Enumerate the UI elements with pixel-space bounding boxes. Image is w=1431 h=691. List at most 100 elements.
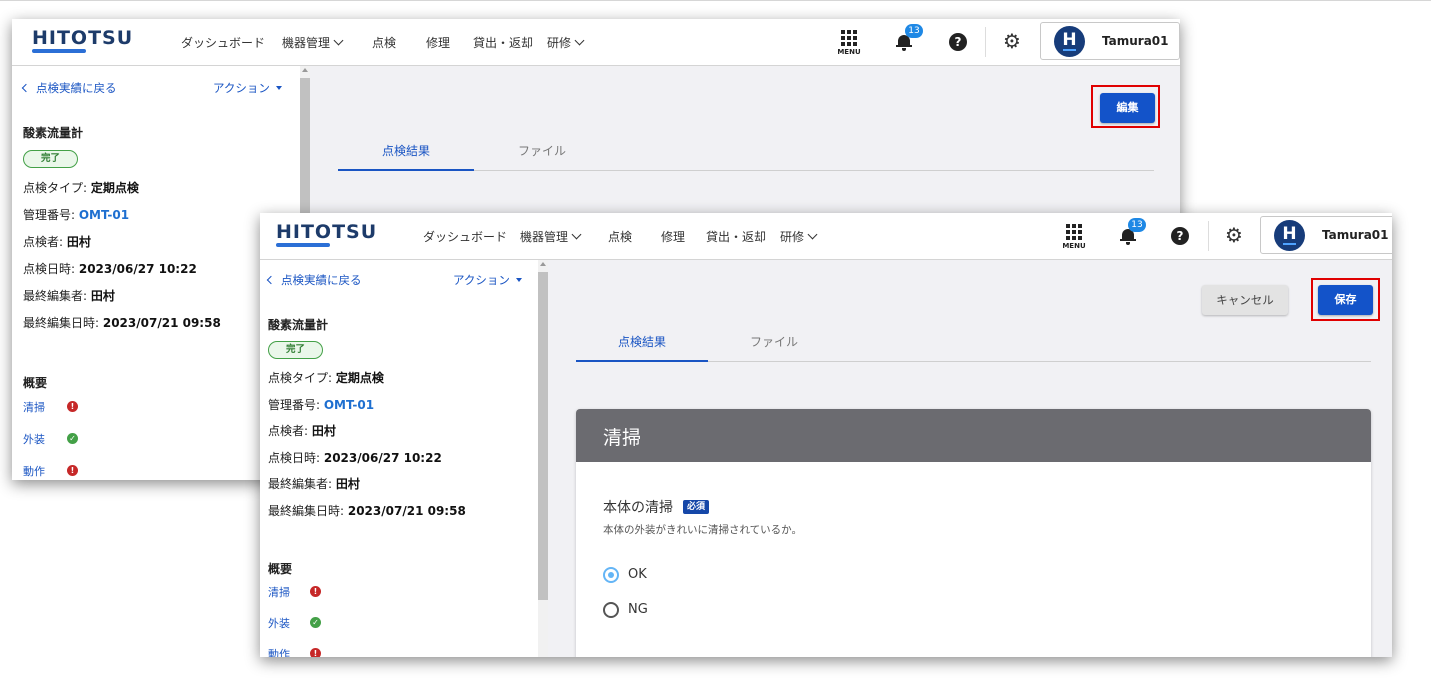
- scroll-up-arrow[interactable]: [302, 68, 308, 72]
- menu-label: MENU: [1062, 242, 1086, 250]
- avatar: H: [1054, 26, 1085, 57]
- nav-equipment-label: 機器管理: [520, 230, 569, 244]
- action-label: アクション: [453, 273, 510, 287]
- overview-item-exterior[interactable]: 外装: [23, 431, 45, 447]
- radio-ng[interactable]: [603, 602, 619, 618]
- tab-inspection-results[interactable]: 点検結果: [338, 142, 474, 159]
- chevron-down-icon: [333, 35, 344, 46]
- chevron-left-icon: [21, 83, 31, 93]
- nav-dashboard[interactable]: ダッシュボード: [423, 228, 507, 245]
- overview-item-cleaning[interactable]: 清掃: [23, 399, 45, 415]
- nav-repair[interactable]: 修理: [426, 34, 450, 51]
- gear-icon[interactable]: ⚙: [1003, 30, 1021, 52]
- field-last-editor: 最終編集者: 田村: [23, 289, 115, 303]
- gear-icon[interactable]: ⚙: [1225, 224, 1243, 246]
- field-management-number: 管理番号: OMT-01: [23, 208, 130, 222]
- error-icon: !: [310, 648, 321, 657]
- field-inspection-datetime: 点検日時: 2023/06/27 10:22: [268, 451, 442, 465]
- field-last-edited: 最終編集日時: 2023/07/21 09:58: [23, 316, 221, 330]
- app-grid-icon: [1066, 224, 1082, 240]
- field-last-editor: 最終編集者: 田村: [268, 477, 360, 491]
- section-title: 清掃: [603, 427, 642, 449]
- check-icon: ✓: [67, 433, 78, 444]
- tab-active-indicator: [338, 169, 474, 171]
- action-dropdown[interactable]: アクション: [213, 80, 282, 96]
- nav-equipment[interactable]: 機器管理: [520, 228, 582, 245]
- scrollbar-thumb[interactable]: [538, 272, 548, 600]
- avatar: H: [1274, 220, 1305, 251]
- caret-down-icon: [275, 86, 282, 90]
- header-divider: [985, 27, 986, 57]
- equipment-name: 酸素流量計: [23, 126, 84, 140]
- required-badge: 必須: [683, 500, 710, 514]
- field-inspection-type: 点検タイプ: 定期点検: [268, 371, 384, 385]
- management-number-link[interactable]: OMT-01: [79, 208, 129, 222]
- hitotsu-logo[interactable]: HITOTSU: [276, 221, 377, 243]
- action-dropdown[interactable]: アクション: [453, 272, 522, 288]
- question-description: 本体の外装がきれいに清掃されているか。: [603, 524, 802, 536]
- nav-training[interactable]: 研修: [780, 228, 818, 245]
- logo-underline: [276, 243, 330, 247]
- notification-badge: 13: [1128, 218, 1146, 232]
- menu-label: MENU: [837, 48, 861, 56]
- nav-equipment[interactable]: 機器管理: [282, 34, 344, 51]
- chevron-down-icon: [807, 229, 818, 240]
- field-last-edited: 最終編集日時: 2023/07/21 09:58: [268, 504, 466, 518]
- radio-ok[interactable]: [603, 567, 619, 583]
- radio-ng-label[interactable]: NG: [628, 602, 648, 617]
- hitotsu-logo[interactable]: HITOTSU: [32, 27, 133, 49]
- nav-training[interactable]: 研修: [547, 34, 585, 51]
- nav-dashboard[interactable]: ダッシュボード: [181, 34, 265, 51]
- radio-ok-label[interactable]: OK: [628, 567, 647, 582]
- highlight-box: [1311, 278, 1380, 321]
- main-content: キャンセル 保存 点検結果 ファイル 清掃 本体の清掃 必須 本体の外装がきれい…: [548, 260, 1392, 657]
- back-to-results-link[interactable]: 点検実績に戻る: [21, 80, 117, 96]
- app-header: HITOTSU ダッシュボード 機器管理 点検 修理 貸出・返却 研修 MENU…: [260, 213, 1392, 260]
- equipment-name: 酸素流量計: [268, 318, 329, 332]
- logo-underline: [32, 49, 86, 53]
- overview-item-exterior[interactable]: 外装: [268, 615, 290, 631]
- overview-item-cleaning[interactable]: 清掃: [268, 584, 290, 600]
- help-icon[interactable]: ?: [1171, 227, 1189, 245]
- nav-equipment-label: 機器管理: [282, 36, 331, 50]
- user-name: Tamura01: [1322, 228, 1389, 242]
- overview-item-operation[interactable]: 動作: [268, 646, 290, 657]
- question-title: 本体の清掃: [603, 500, 673, 516]
- menu-button[interactable]: MENU: [1059, 224, 1089, 250]
- nav-repair[interactable]: 修理: [661, 228, 685, 245]
- user-name: Tamura01: [1102, 34, 1169, 48]
- user-menu[interactable]: H Tamura01: [1040, 22, 1180, 60]
- user-menu[interactable]: H Tamura01: [1260, 216, 1392, 254]
- caret-down-icon: [515, 278, 522, 282]
- edit-mode-window: HITOTSU ダッシュボード 機器管理 点検 修理 貸出・返却 研修 MENU…: [260, 213, 1392, 657]
- nav-training-label: 研修: [780, 230, 805, 244]
- sidebar-scrollbar[interactable]: [538, 260, 548, 657]
- action-label: アクション: [213, 81, 270, 95]
- tab-inspection-results[interactable]: 点検結果: [576, 333, 708, 350]
- tab-files[interactable]: ファイル: [708, 333, 840, 350]
- field-management-number: 管理番号: OMT-01: [268, 398, 375, 412]
- header-divider: [1208, 221, 1209, 251]
- error-icon: !: [67, 465, 78, 476]
- back-to-results-link[interactable]: 点検実績に戻る: [266, 272, 362, 288]
- chevron-left-icon: [266, 275, 276, 285]
- scroll-up-arrow[interactable]: [540, 262, 546, 266]
- help-icon[interactable]: ?: [949, 33, 967, 51]
- field-inspector: 点検者: 田村: [23, 235, 91, 249]
- back-link-label: 点検実績に戻る: [281, 273, 362, 287]
- nav-lending[interactable]: 貸出・返却: [706, 228, 766, 245]
- nav-lending[interactable]: 貸出・返却: [473, 34, 533, 51]
- nav-inspection[interactable]: 点検: [372, 34, 396, 51]
- management-number-link[interactable]: OMT-01: [324, 398, 374, 412]
- overview-item-operation[interactable]: 動作: [23, 463, 45, 479]
- status-badge: 完了: [268, 341, 323, 359]
- chevron-down-icon: [574, 35, 585, 46]
- menu-button[interactable]: MENU: [834, 30, 864, 56]
- section-header: 清掃: [576, 409, 1371, 462]
- tab-files[interactable]: ファイル: [474, 142, 610, 159]
- error-icon: !: [67, 401, 78, 412]
- nav-inspection[interactable]: 点検: [608, 228, 632, 245]
- field-inspection-datetime: 点検日時: 2023/06/27 10:22: [23, 262, 197, 276]
- back-link-label: 点検実績に戻る: [36, 81, 117, 95]
- cancel-button[interactable]: キャンセル: [1202, 285, 1288, 315]
